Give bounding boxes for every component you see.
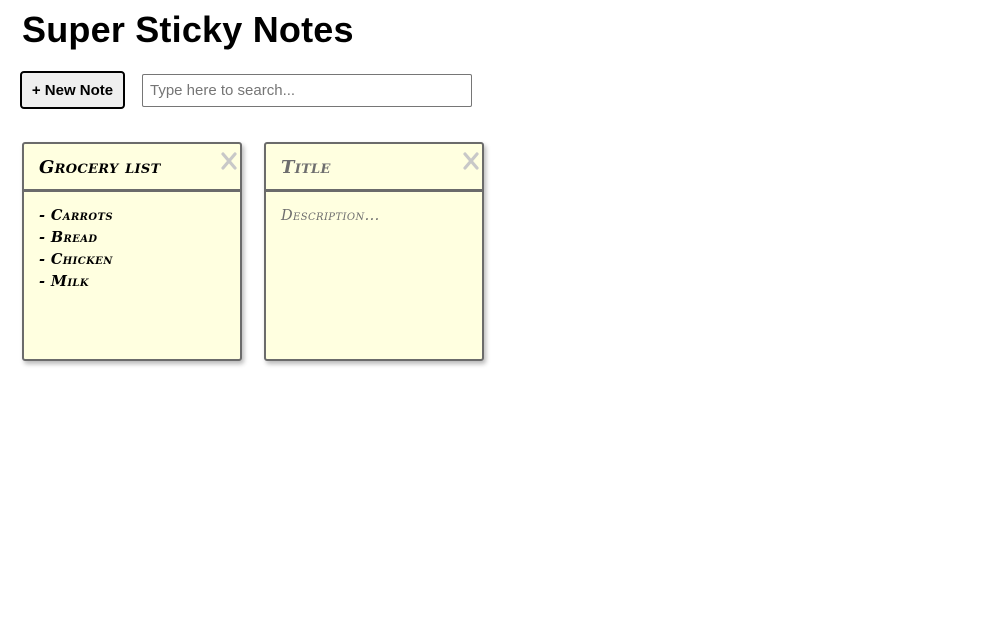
note-line: - Milk [39,273,89,290]
note-header: Title [266,144,482,192]
sticky-note: Grocery list - Carrots - Bread - Chicken… [22,142,242,361]
note-description[interactable]: - Carrots - Bread - Chicken - Milk [39,205,229,293]
search-input[interactable] [142,74,472,107]
note-line: Description... [281,208,380,224]
new-note-button[interactable]: + New Note [20,71,125,109]
note-line: - Chicken [39,251,113,268]
close-icon[interactable] [463,151,479,171]
note-line: - Bread [39,229,98,246]
note-title[interactable]: Grocery list [39,157,161,178]
sticky-note: Title Description... [264,142,484,361]
note-line: - Carrots [39,207,113,224]
note-title[interactable]: Title [281,157,331,178]
note-header: Grocery list [24,144,240,192]
note-description[interactable]: Description... [281,205,471,227]
close-icon[interactable] [221,151,237,171]
page-title: Super Sticky Notes [22,9,354,50]
